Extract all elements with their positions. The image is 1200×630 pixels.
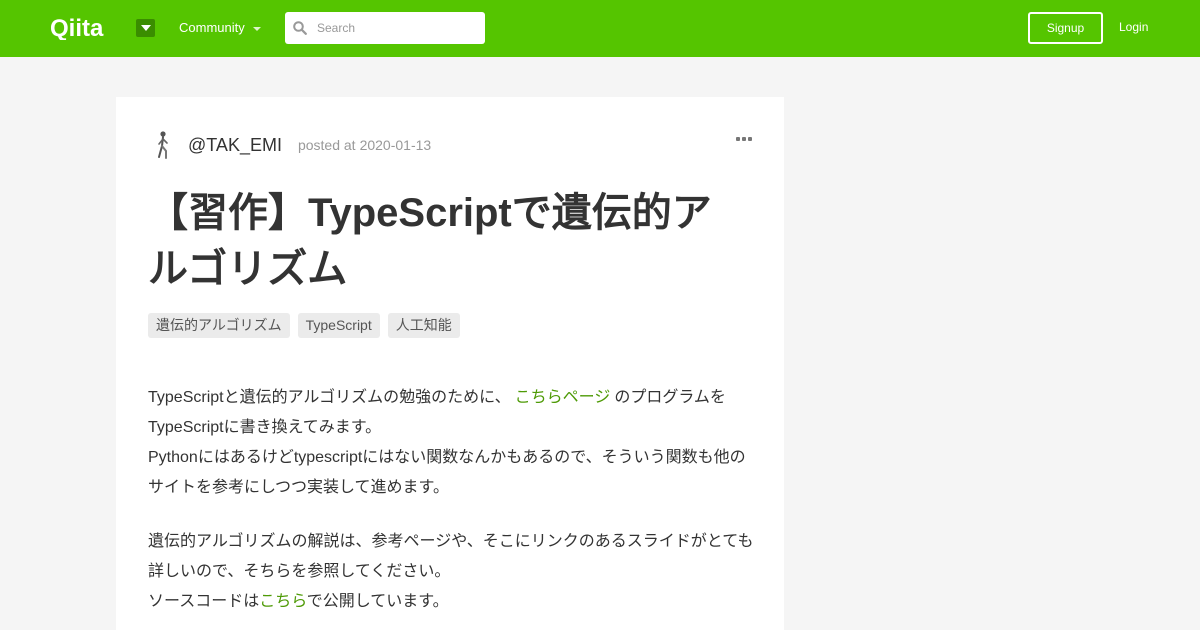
- article-card: @TAK_EMI posted at 2020-01-13 【習作】TypeSc…: [116, 97, 784, 630]
- paragraph-explanation: 遺伝的アルゴリズムの解説は、参考ページや、そこにリンクのあるスライドがとても詳し…: [148, 527, 754, 617]
- search-input[interactable]: [317, 21, 477, 35]
- paragraph-text: Pythonにはあるけどtypescriptにはない関数なんかもあるので、そうい…: [148, 449, 746, 496]
- paragraph-text: ソースコードは: [148, 593, 260, 610]
- community-menu[interactable]: Community: [179, 20, 261, 35]
- reference-page-link[interactable]: こちらページ: [515, 389, 611, 406]
- signup-button[interactable]: Signup: [1028, 12, 1103, 44]
- logo-dropdown-button[interactable]: [136, 19, 155, 37]
- tag-list: 遺伝的アルゴリズム TypeScript 人工知能: [148, 313, 460, 338]
- dot-icon: [742, 137, 746, 141]
- article-title: 【習作】TypeScriptで遺伝的アルゴリズム: [148, 191, 712, 291]
- article-body: TypeScriptと遺伝的アルゴリズムの勉強のために、 こちらページ のプログラム…: [148, 383, 754, 630]
- paragraph-intro: TypeScriptと遺伝的アルゴリズムの勉強のために、 こちらページ のプログラム…: [148, 383, 754, 503]
- community-label: Community: [179, 20, 245, 35]
- author-row: @TAK_EMI posted at 2020-01-13: [148, 130, 752, 160]
- qiita-logo-icon: Qiita: [50, 16, 104, 40]
- tag-item[interactable]: 遺伝的アルゴリズム: [148, 313, 290, 338]
- dot-icon: [748, 137, 752, 141]
- more-options-button[interactable]: [736, 137, 752, 141]
- login-link[interactable]: Login: [1119, 20, 1148, 34]
- posted-prefix: posted at: [297, 137, 356, 153]
- chevron-down-icon: [252, 26, 261, 31]
- posted-date-value: 2020-01-13: [359, 137, 432, 153]
- dot-icon: [736, 137, 740, 141]
- avatar[interactable]: [148, 130, 178, 160]
- author-username[interactable]: @TAK_EMI: [188, 135, 282, 156]
- paragraph-text: TypeScriptと遺伝的アルゴリズムの勉強のために、: [148, 389, 511, 406]
- posted-date: posted at 2020-01-13: [298, 137, 431, 153]
- search-box[interactable]: [285, 12, 485, 44]
- caret-down-icon: [140, 25, 151, 31]
- walking-person-icon: [158, 131, 168, 159]
- source-code-link[interactable]: こちら: [259, 593, 307, 610]
- top-navbar: Qiita Community Signup Login: [0, 0, 1200, 57]
- tag-item[interactable]: TypeScript: [297, 313, 380, 338]
- svg-text:Qiita: Qiita: [50, 16, 104, 40]
- paragraph-text: で公開しています。: [306, 593, 449, 610]
- qiita-logo[interactable]: Qiita: [50, 14, 126, 42]
- tag-item[interactable]: 人工知能: [387, 313, 460, 338]
- paragraph-text: 遺伝的アルゴリズムの解説は、参考ページや、そこにリンクのあるスライドがとても詳し…: [148, 533, 754, 580]
- search-icon: [293, 21, 307, 35]
